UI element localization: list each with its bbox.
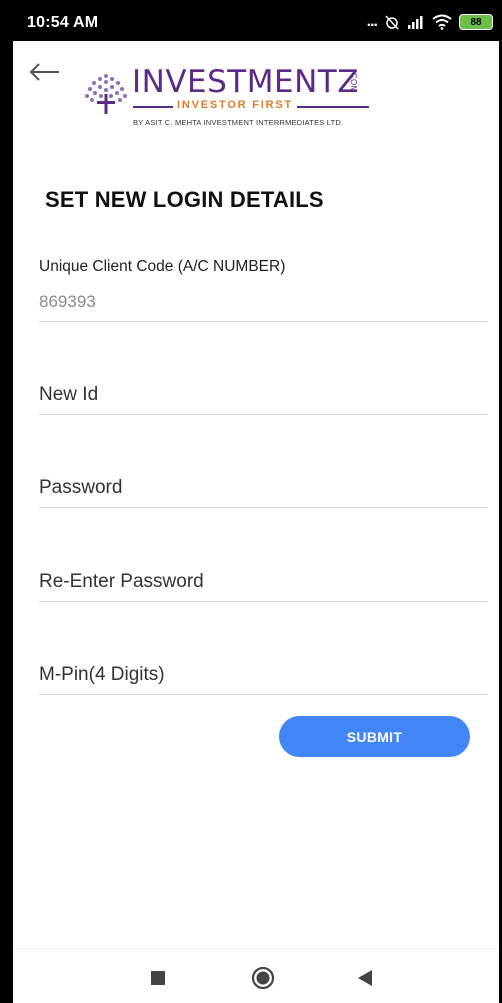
- signal-icon: [408, 16, 423, 29]
- logo-brand: INVESTMENTZ: [132, 64, 359, 100]
- client-code-input[interactable]: [39, 282, 487, 321]
- reenter-password-field: [39, 562, 487, 602]
- status-icons: ... 88: [367, 12, 493, 32]
- password-field: [39, 468, 487, 508]
- alarm-off-icon: [385, 15, 399, 30]
- new-id-field: [39, 375, 487, 415]
- new-id-input[interactable]: [39, 375, 487, 414]
- investmentz-logo: INVESTMENTZ .COM INVESTOR FIRST BY ASIT …: [81, 64, 371, 130]
- mpin-input[interactable]: [39, 655, 487, 694]
- back-icon[interactable]: [357, 969, 373, 987]
- page-title: SET NEW LOGIN DETAILS: [45, 187, 324, 212]
- password-input[interactable]: [39, 468, 487, 507]
- battery-level: 88: [470, 16, 482, 28]
- app-screen: 10:54 AM ... 88 INVESTMENTZ .COM INVESTO…: [13, 0, 499, 1003]
- reenter-password-input[interactable]: [39, 562, 487, 601]
- logo-com: .COM: [349, 70, 358, 93]
- tagline-rule-right: [297, 106, 369, 108]
- wifi-icon: [432, 14, 452, 30]
- navigation-bar: [13, 948, 499, 1003]
- notification-dots: ...: [366, 13, 378, 30]
- tagline-rule-left: [133, 106, 173, 108]
- home-icon[interactable]: [251, 966, 275, 990]
- logo-subtitle: BY ASIT C. MEHTA INVESTMENT INTERRMEDIAT…: [133, 118, 344, 127]
- status-time: 10:54 AM: [27, 14, 99, 31]
- logo-tagline: INVESTOR FIRST: [177, 99, 294, 111]
- tree-logo-icon: [85, 74, 127, 114]
- mpin-field: [39, 655, 487, 695]
- back-arrow-icon[interactable]: [28, 60, 62, 84]
- recents-icon[interactable]: [150, 970, 166, 986]
- client-code-field: [39, 282, 487, 322]
- battery-icon: 88: [459, 14, 493, 30]
- submit-button[interactable]: SUBMIT: [279, 716, 470, 757]
- status-bar: 10:54 AM ... 88: [13, 0, 499, 41]
- client-code-label: Unique Client Code (A/C NUMBER): [39, 258, 286, 275]
